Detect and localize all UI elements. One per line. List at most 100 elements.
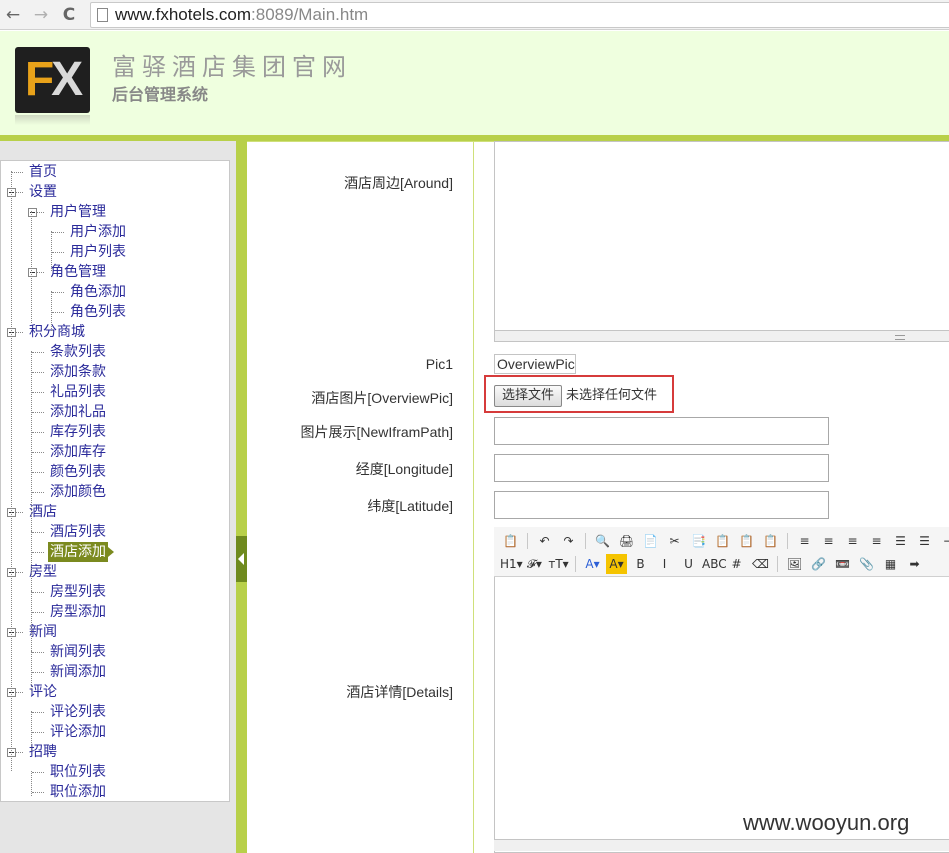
site-title: 富驿酒店集团官网 (112, 53, 352, 81)
toolbar-button-icon[interactable]: 📎 (856, 554, 877, 574)
tree-connector (32, 612, 44, 613)
tree-guide (31, 351, 32, 681)
editor-resize-handle[interactable] (494, 839, 949, 851)
reload-icon[interactable]: C (58, 4, 80, 26)
sidebar-item[interactable]: 酒店添加 (48, 542, 114, 562)
longitude-input[interactable] (494, 454, 829, 482)
sidebar-item[interactable]: 酒店 (29, 502, 57, 522)
browser-toolbar: ← → C www.fxhotels.com:8089/Main.htm (0, 0, 949, 30)
sidebar-item[interactable]: 添加颜色 (50, 482, 106, 502)
tree-connector (52, 312, 64, 313)
tree-connector (32, 552, 44, 553)
toolbar-button-icon[interactable]: ↷ (558, 531, 579, 551)
toolbar-button-icon[interactable]: ☰ (890, 531, 911, 551)
toolbar-button-icon[interactable]: ⌫ (750, 554, 771, 574)
toolbar-button-icon[interactable]: 🔍 (592, 531, 613, 551)
sidebar-item[interactable]: 新闻 (29, 622, 57, 642)
sidebar-item[interactable]: 角色管理 (50, 262, 106, 282)
sidebar-item[interactable]: 礼品列表 (50, 382, 106, 402)
back-arrow-icon[interactable]: ← (2, 4, 24, 26)
sidebar-item[interactable]: 招聘 (29, 742, 57, 762)
toolbar-button-icon[interactable]: ☰ (914, 531, 935, 551)
toolbar-button-icon[interactable]: тT▾ (548, 554, 569, 574)
tree-connector (32, 492, 44, 493)
tree-connector (32, 672, 44, 673)
toolbar-button-icon[interactable]: 📼 (832, 554, 853, 574)
sidebar-item[interactable]: 用户列表 (70, 242, 126, 262)
latitude-input[interactable] (494, 491, 829, 519)
tree-connector (11, 172, 23, 173)
collapse-toggle-icon[interactable] (28, 268, 37, 277)
toolbar-button-icon[interactable]: 📑 (688, 531, 709, 551)
toolbar-button-icon[interactable]: 🔗 (808, 554, 829, 574)
sidebar-item[interactable]: 酒店列表 (50, 522, 106, 542)
collapse-toggle-icon[interactable] (28, 208, 37, 217)
watermark: www.wooyun.org (743, 810, 910, 835)
sidebar-item[interactable]: 评论添加 (50, 722, 106, 742)
sidebar-item[interactable]: 添加库存 (50, 442, 106, 462)
toolbar-button-icon[interactable]: ✂ (664, 531, 685, 551)
tree-connector (32, 472, 44, 473)
toolbar-button-icon[interactable]: U (678, 554, 699, 574)
sidebar-item[interactable]: 添加礼品 (50, 402, 106, 422)
choose-file-button[interactable]: 选择文件 (494, 385, 562, 407)
overview-pic-label: 酒店图片[OverviewPic] (311, 390, 453, 406)
sidebar-item[interactable]: 新闻添加 (50, 662, 106, 682)
forward-arrow-icon[interactable]: → (30, 4, 52, 26)
sidebar-item[interactable]: 房型 (29, 562, 57, 582)
address-bar[interactable]: www.fxhotels.com:8089/Main.htm (90, 2, 949, 28)
sidebar-item[interactable]: 设置 (29, 182, 57, 202)
sidebar-item[interactable]: 房型添加 (50, 602, 106, 622)
sidebar-item[interactable]: 颜色列表 (50, 462, 106, 482)
toolbar-button-icon[interactable]: ≡ (866, 531, 887, 551)
toolbar-button-icon[interactable]: ➡ (904, 554, 925, 574)
sidebar-item[interactable]: 用户管理 (50, 202, 106, 222)
sidebar-item[interactable]: 角色添加 (70, 282, 126, 302)
tree-connector (32, 772, 44, 773)
toolbar-separator (585, 533, 586, 549)
sidebar-item[interactable]: 职位添加 (50, 782, 106, 802)
sidebar-item[interactable]: 新闻列表 (50, 642, 106, 662)
sidebar-item[interactable]: 评论列表 (50, 702, 106, 722)
toolbar-button-icon[interactable]: A▾ (606, 554, 627, 574)
toolbar-button-icon[interactable]: 📋 (712, 531, 733, 551)
toolbar-separator (787, 533, 788, 549)
sidebar-item[interactable]: 评论 (29, 682, 57, 702)
toolbar-button-icon[interactable]: # (726, 554, 747, 574)
toolbar-button-icon[interactable]: 📋 (500, 531, 521, 551)
toolbar-button-icon[interactable]: B (630, 554, 651, 574)
pic1-field[interactable]: OverviewPic (494, 354, 576, 374)
sidebar-item[interactable]: 职位列表 (50, 762, 106, 782)
toolbar-button-icon[interactable]: ABC (702, 554, 727, 574)
toolbar-button-icon[interactable]: ▦ (880, 554, 901, 574)
toolbar-button-icon[interactable]: 𝓕▾ (524, 554, 545, 574)
toolbar-button-icon[interactable]: I (654, 554, 675, 574)
sidebar-item[interactable]: 添加条款 (50, 362, 106, 382)
collapse-arrow-icon[interactable] (236, 536, 247, 582)
around-textarea[interactable] (494, 141, 949, 331)
toolbar-button-icon[interactable]: ⇥ (938, 531, 949, 551)
file-status-text: 未选择任何文件 (566, 388, 658, 403)
toolbar-button-icon[interactable]: 🖼 (784, 554, 805, 574)
toolbar-button-icon[interactable]: 🖨 (616, 531, 637, 551)
toolbar-button-icon[interactable]: A▾ (582, 554, 603, 574)
sidebar-item[interactable]: 房型列表 (50, 582, 106, 602)
sidebar-item[interactable]: 角色列表 (70, 302, 126, 322)
sidebar-item[interactable]: 积分商城 (29, 322, 85, 342)
tree-connector (32, 652, 44, 653)
sidebar-item[interactable]: 库存列表 (50, 422, 106, 442)
sidebar-item[interactable]: 首页 (29, 162, 57, 182)
sidebar-item[interactable]: 条款列表 (50, 342, 106, 362)
toolbar-button-icon[interactable]: ≡ (818, 531, 839, 551)
toolbar-button-icon[interactable]: ↶ (534, 531, 555, 551)
around-resize-handle[interactable] (494, 330, 949, 342)
splitter[interactable] (236, 141, 247, 853)
toolbar-button-icon[interactable]: ≡ (794, 531, 815, 551)
toolbar-button-icon[interactable]: 📋 (736, 531, 757, 551)
newfram-path-input[interactable] (494, 417, 829, 445)
sidebar-item[interactable]: 用户添加 (70, 222, 126, 242)
toolbar-button-icon[interactable]: 📄 (640, 531, 661, 551)
toolbar-button-icon[interactable]: H1▾ (500, 554, 523, 574)
toolbar-button-icon[interactable]: 📋 (760, 531, 781, 551)
toolbar-button-icon[interactable]: ≡ (842, 531, 863, 551)
